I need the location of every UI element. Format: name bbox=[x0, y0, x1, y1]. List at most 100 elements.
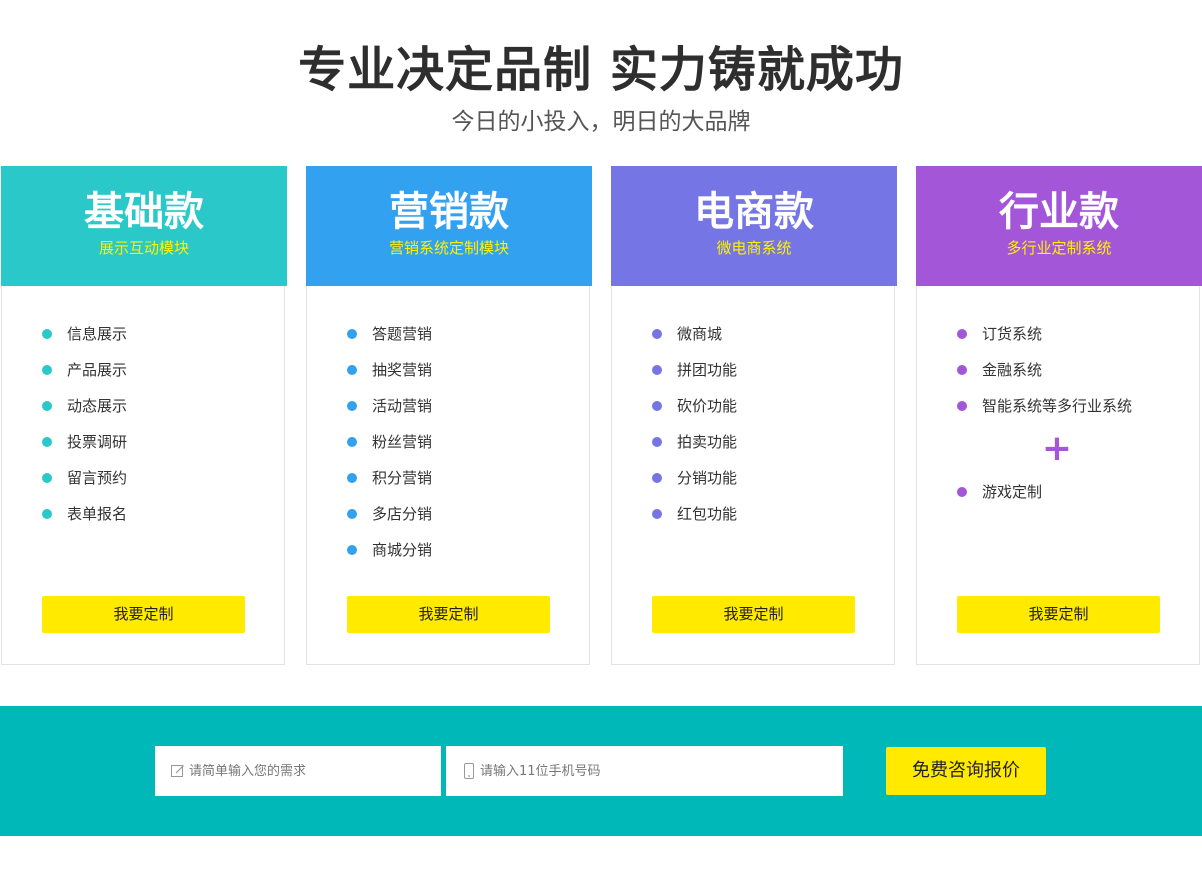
plan-name: 营销款 bbox=[389, 189, 509, 235]
plus-icon: + bbox=[1041, 428, 1073, 469]
feature-item: 粉丝营销 bbox=[347, 424, 432, 460]
bullet-dot-icon bbox=[652, 401, 662, 411]
customize-button[interactable]: 我要定制 bbox=[652, 596, 855, 633]
feature-item: 信息展示 bbox=[42, 316, 127, 352]
customize-button[interactable]: 我要定制 bbox=[957, 596, 1160, 633]
feature-label: 分销功能 bbox=[677, 469, 738, 487]
feature-item: 抽奖营销 bbox=[347, 352, 432, 388]
feature-item: 红包功能 bbox=[652, 496, 737, 532]
bullet-dot-icon bbox=[347, 329, 357, 339]
feature-item: 投票调研 bbox=[42, 424, 127, 460]
feature-item: 答题营销 bbox=[347, 316, 432, 352]
bullet-dot-icon bbox=[957, 401, 967, 411]
feature-label: 信息展示 bbox=[67, 325, 128, 343]
bullet-dot-icon bbox=[42, 401, 52, 411]
plan-header: 电商款 微电商系统 bbox=[611, 166, 897, 286]
feature-item: 产品展示 bbox=[42, 352, 127, 388]
plan-card-marketing: 营销款 营销系统定制模块 答题营销 抽奖营销 活动营销 粉丝营销 积分营销 多店… bbox=[306, 166, 592, 665]
feature-item: 拼团功能 bbox=[652, 352, 737, 388]
bullet-dot-icon bbox=[347, 401, 357, 411]
feature-label: 砍价功能 bbox=[677, 397, 738, 415]
page-subtitle: 今日的小投入，明日的大品牌 bbox=[451, 109, 751, 135]
bullet-dot-icon bbox=[652, 329, 662, 339]
feature-label: 投票调研 bbox=[67, 433, 128, 451]
plan-desc: 展示互动模块 bbox=[98, 239, 189, 257]
feature-item: 分销功能 bbox=[652, 460, 737, 496]
bullet-dot-icon bbox=[347, 473, 357, 483]
feature-item: 订货系统 bbox=[957, 316, 1157, 352]
feature-list: 订货系统 金融系统 智能系统等多行业系统 + 游戏定制 bbox=[957, 316, 1157, 510]
feature-label: 抽奖营销 bbox=[372, 361, 433, 379]
feature-label: 商城分销 bbox=[372, 541, 433, 559]
feature-item: 微商城 bbox=[652, 316, 737, 352]
bullet-dot-icon bbox=[42, 473, 52, 483]
plan-name: 电商款 bbox=[694, 189, 814, 235]
phone-field[interactable] bbox=[446, 746, 843, 796]
feature-label: 游戏定制 bbox=[982, 483, 1043, 501]
customize-button[interactable]: 我要定制 bbox=[42, 596, 245, 633]
bullet-dot-icon bbox=[347, 545, 357, 555]
bullet-dot-icon bbox=[42, 365, 52, 375]
plan-card-basic: 基础款 展示互动模块 信息展示 产品展示 动态展示 投票调研 留言预约 表单报名… bbox=[1, 166, 287, 665]
plan-name: 行业款 bbox=[999, 189, 1119, 235]
feature-list: 答题营销 抽奖营销 活动营销 粉丝营销 积分营销 多店分销 商城分销 bbox=[347, 316, 432, 568]
feature-item: 留言预约 bbox=[42, 460, 127, 496]
bullet-dot-icon bbox=[347, 509, 357, 519]
bullet-dot-icon bbox=[42, 509, 52, 519]
feature-label: 表单报名 bbox=[67, 505, 128, 523]
feature-item: 动态展示 bbox=[42, 388, 127, 424]
plan-desc: 营销系统定制模块 bbox=[388, 239, 509, 257]
plan-name: 基础款 bbox=[84, 189, 204, 235]
plan-header: 基础款 展示互动模块 bbox=[1, 166, 287, 286]
need-input[interactable] bbox=[189, 763, 429, 779]
bullet-dot-icon bbox=[42, 329, 52, 339]
feature-label: 动态展示 bbox=[67, 397, 128, 415]
feature-label: 微商城 bbox=[677, 325, 723, 343]
bullet-dot-icon bbox=[957, 329, 967, 339]
consult-banner: 免费咨询报价 bbox=[0, 706, 1202, 836]
customize-button[interactable]: 我要定制 bbox=[347, 596, 550, 633]
bullet-dot-icon bbox=[42, 437, 52, 447]
edit-icon bbox=[169, 762, 187, 780]
need-field[interactable] bbox=[155, 746, 441, 796]
bullet-dot-icon bbox=[347, 365, 357, 375]
feature-item: 表单报名 bbox=[42, 496, 127, 532]
bullet-dot-icon bbox=[957, 487, 967, 497]
feature-item: 商城分销 bbox=[347, 532, 432, 568]
plan-header: 营销款 营销系统定制模块 bbox=[306, 166, 592, 286]
bullet-dot-icon bbox=[652, 473, 662, 483]
plan-card-ecommerce: 电商款 微电商系统 微商城 拼团功能 砍价功能 拍卖功能 分销功能 红包功能 我… bbox=[611, 166, 897, 665]
page-title: 专业决定品制 实力铸就成功 bbox=[298, 42, 904, 98]
feature-label: 积分营销 bbox=[372, 469, 433, 487]
bullet-dot-icon bbox=[652, 365, 662, 375]
free-quote-button[interactable]: 免费咨询报价 bbox=[886, 747, 1046, 795]
feature-label: 答题营销 bbox=[372, 325, 433, 343]
feature-label: 金融系统 bbox=[982, 361, 1043, 379]
bullet-dot-icon bbox=[652, 437, 662, 447]
plan-card-industry: 行业款 多行业定制系统 订货系统 金融系统 智能系统等多行业系统 + 游戏定制 … bbox=[916, 166, 1202, 665]
plan-desc: 多行业定制系统 bbox=[1006, 239, 1112, 257]
bullet-dot-icon bbox=[957, 365, 967, 375]
feature-label: 订货系统 bbox=[982, 325, 1043, 343]
feature-item: 积分营销 bbox=[347, 460, 432, 496]
mobile-phone-icon bbox=[460, 762, 478, 780]
plan-header: 行业款 多行业定制系统 bbox=[916, 166, 1202, 286]
feature-label: 智能系统等多行业系统 bbox=[982, 397, 1133, 415]
feature-label: 多店分销 bbox=[372, 505, 433, 523]
bullet-dot-icon bbox=[652, 509, 662, 519]
feature-label: 粉丝营销 bbox=[372, 433, 433, 451]
feature-label: 留言预约 bbox=[67, 469, 128, 487]
feature-list: 微商城 拼团功能 砍价功能 拍卖功能 分销功能 红包功能 bbox=[652, 316, 737, 532]
feature-item: 多店分销 bbox=[347, 496, 432, 532]
feature-item: 活动营销 bbox=[347, 388, 432, 424]
feature-list: 信息展示 产品展示 动态展示 投票调研 留言预约 表单报名 bbox=[42, 316, 127, 532]
feature-item: 游戏定制 bbox=[957, 474, 1157, 510]
phone-input[interactable] bbox=[480, 763, 720, 779]
feature-item: 智能系统等多行业系统 bbox=[957, 388, 1157, 424]
feature-label: 红包功能 bbox=[677, 505, 738, 523]
feature-item: 砍价功能 bbox=[652, 388, 737, 424]
bullet-dot-icon bbox=[347, 437, 357, 447]
feature-item: 金融系统 bbox=[957, 352, 1157, 388]
feature-label: 拍卖功能 bbox=[677, 433, 738, 451]
feature-label: 活动营销 bbox=[372, 397, 433, 415]
